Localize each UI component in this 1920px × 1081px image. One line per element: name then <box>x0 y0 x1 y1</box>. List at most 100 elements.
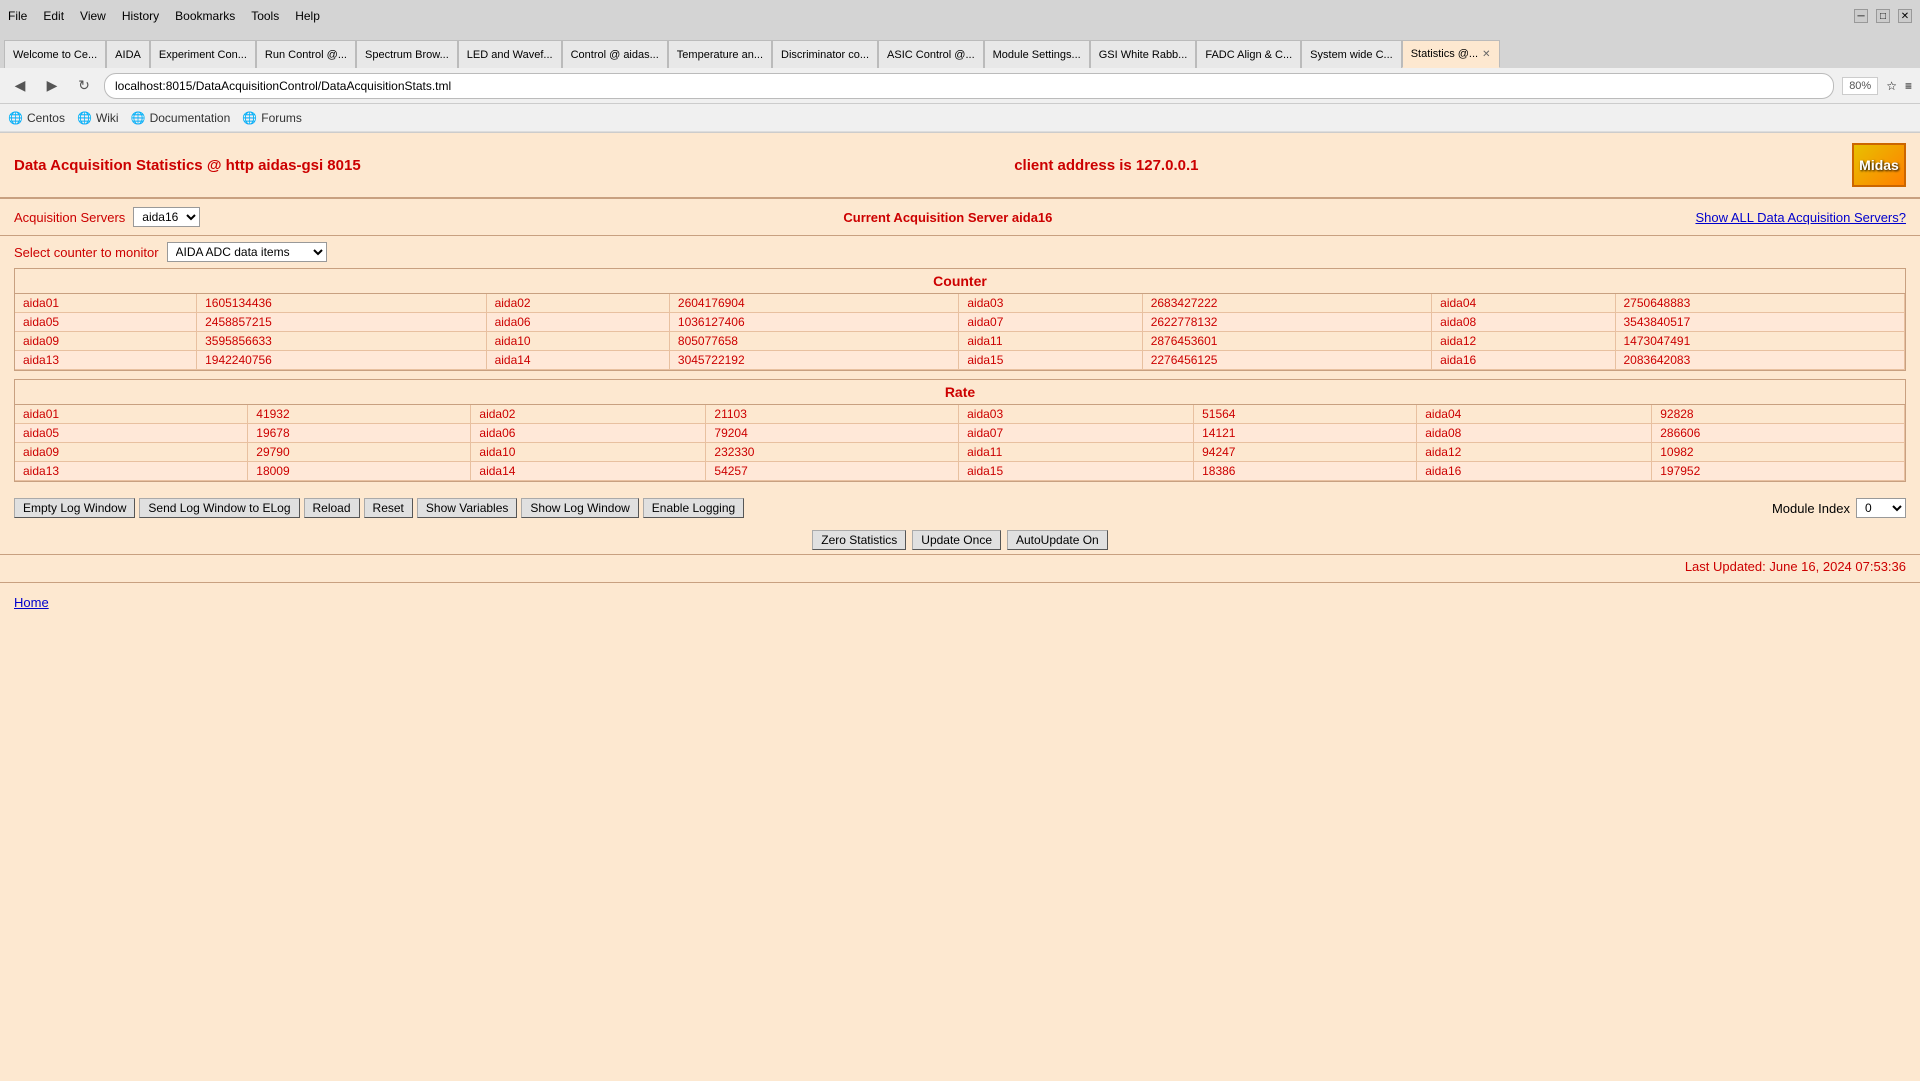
menu-file[interactable]: File <box>8 9 27 23</box>
bookmark-icon: 🌐 <box>8 111 23 125</box>
tab-led[interactable]: LED and Wavef... <box>458 40 562 68</box>
address-input[interactable] <box>104 73 1834 99</box>
counter-value-cell: 1036127406 <box>669 313 958 332</box>
table-row: aida0519678aida0679204aida0714121aida082… <box>15 424 1905 443</box>
rate-value-cell: 41932 <box>248 405 471 424</box>
home-link[interactable]: Home <box>14 595 49 610</box>
server-name-cell: aida05 <box>15 424 248 443</box>
rate-value-cell: 51564 <box>1194 405 1417 424</box>
tab-spectrum[interactable]: Spectrum Brow... <box>356 40 458 68</box>
menu-icon[interactable]: ≡ <box>1905 79 1912 93</box>
tab-discriminator[interactable]: Discriminator co... <box>772 40 878 68</box>
reload-button[interactable]: Reload <box>304 498 360 518</box>
module-index-select[interactable]: 0 <box>1856 498 1906 518</box>
tab-experiment[interactable]: Experiment Con... <box>150 40 256 68</box>
show-variables-button[interactable]: Show Variables <box>417 498 518 518</box>
server-name-cell: aida10 <box>486 332 669 351</box>
menu-history[interactable]: History <box>122 9 159 23</box>
counter-value-cell: 2458857215 <box>197 313 486 332</box>
server-name-cell: aida05 <box>15 313 197 332</box>
server-name-cell: aida03 <box>959 405 1194 424</box>
module-index-label: Module Index <box>1772 501 1850 516</box>
bookmark-documentation[interactable]: 🌐 Documentation <box>131 111 231 125</box>
rate-value-cell: 18386 <box>1194 462 1417 481</box>
server-name-cell: aida01 <box>15 294 197 313</box>
enable-logging-button[interactable]: Enable Logging <box>643 498 744 518</box>
tab-gsi[interactable]: GSI White Rabb... <box>1090 40 1197 68</box>
server-name-cell: aida16 <box>1432 351 1615 370</box>
rate-value-cell: 19678 <box>248 424 471 443</box>
server-name-cell: aida12 <box>1417 443 1652 462</box>
rate-value-cell: 197952 <box>1652 462 1905 481</box>
back-button[interactable]: ◀ <box>8 74 32 98</box>
server-name-cell: aida16 <box>1417 462 1652 481</box>
menu-bookmarks[interactable]: Bookmarks <box>175 9 235 23</box>
menu-view[interactable]: View <box>80 9 106 23</box>
close-button[interactable]: ✕ <box>1898 9 1912 23</box>
counter-value-cell: 1473047491 <box>1615 332 1905 351</box>
minimize-button[interactable]: ─ <box>1854 9 1868 23</box>
tab-systemwide[interactable]: System wide C... <box>1301 40 1402 68</box>
bookmark-icon: 🌐 <box>77 111 92 125</box>
counter-monitor-select[interactable]: AIDA ADC data items <box>167 242 327 262</box>
counter-section: Counter aida011605134436aida022604176904… <box>14 268 1906 371</box>
tab-runcontrol[interactable]: Run Control @... <box>256 40 356 68</box>
rate-value-cell: 92828 <box>1652 405 1905 424</box>
counter-section-header: Counter <box>15 269 1905 294</box>
bookmark-forums[interactable]: 🌐 Forums <box>242 111 302 125</box>
bookmark-wiki[interactable]: 🌐 Wiki <box>77 111 119 125</box>
tab-aida[interactable]: AIDA <box>106 40 150 68</box>
bookmark-centos[interactable]: 🌐 Centos <box>8 111 65 125</box>
tab-temperature[interactable]: Temperature an... <box>668 40 772 68</box>
table-row: aida131942240756aida143045722192aida1522… <box>15 351 1905 370</box>
page-content: Data Acquisition Statistics @ http aidas… <box>0 133 1920 1081</box>
tab-statistics[interactable]: Statistics @... ✕ <box>1402 40 1500 68</box>
page-title: Data Acquisition Statistics @ http aidas… <box>14 157 361 174</box>
server-left: Acquisition Servers aida16 <box>14 207 200 227</box>
table-row: aida1318009aida1454257aida1518386aida161… <box>15 462 1905 481</box>
auto-update-button[interactable]: AutoUpdate On <box>1007 530 1108 550</box>
menu-bar: File Edit View History Bookmarks Tools H… <box>8 9 320 23</box>
counter-value-cell: 2276456125 <box>1142 351 1431 370</box>
counter-value-cell: 2750648883 <box>1615 294 1905 313</box>
server-name-cell: aida03 <box>959 294 1142 313</box>
server-name-cell: aida11 <box>959 443 1194 462</box>
server-bar: Acquisition Servers aida16 Current Acqui… <box>0 199 1920 236</box>
acquisition-servers-label: Acquisition Servers <box>14 210 125 225</box>
show-all-servers-link[interactable]: Show ALL Data Acquisition Servers? <box>1695 210 1906 225</box>
tab-fadc[interactable]: FADC Align & C... <box>1196 40 1301 68</box>
server-name-cell: aida15 <box>959 351 1142 370</box>
tab-asic[interactable]: ASIC Control @... <box>878 40 984 68</box>
server-select[interactable]: aida16 <box>133 207 200 227</box>
server-name-cell: aida08 <box>1417 424 1652 443</box>
tab-control[interactable]: Control @ aidas... <box>562 40 668 68</box>
reset-button[interactable]: Reset <box>364 498 413 518</box>
tab-module[interactable]: Module Settings... <box>984 40 1090 68</box>
rate-value-cell: 286606 <box>1652 424 1905 443</box>
tab-welcome[interactable]: Welcome to Ce... <box>4 40 106 68</box>
zero-statistics-button[interactable]: Zero Statistics <box>812 530 906 550</box>
menu-help[interactable]: Help <box>295 9 320 23</box>
buttons-left: Empty Log Window Send Log Window to ELog… <box>14 498 744 518</box>
show-log-button[interactable]: Show Log Window <box>521 498 638 518</box>
server-name-cell: aida13 <box>15 351 197 370</box>
rate-value-cell: 29790 <box>248 443 471 462</box>
bookmark-icon[interactable]: ☆ <box>1886 79 1897 93</box>
rate-section-header: Rate <box>15 380 1905 405</box>
send-log-button[interactable]: Send Log Window to ELog <box>139 498 299 518</box>
menu-tools[interactable]: Tools <box>251 9 279 23</box>
reload-browser-button[interactable]: ↻ <box>72 74 96 98</box>
page-header: Data Acquisition Statistics @ http aidas… <box>0 133 1920 199</box>
update-once-button[interactable]: Update Once <box>912 530 1001 550</box>
empty-log-button[interactable]: Empty Log Window <box>14 498 135 518</box>
tab-close-icon[interactable]: ✕ <box>1482 49 1490 60</box>
server-name-cell: aida15 <box>959 462 1194 481</box>
menu-edit[interactable]: Edit <box>43 9 64 23</box>
maximize-button[interactable]: □ <box>1876 9 1890 23</box>
window-controls: ─ □ ✕ <box>1854 9 1912 23</box>
action-buttons: Zero Statistics Update Once AutoUpdate O… <box>0 526 1920 554</box>
forward-button[interactable]: ▶ <box>40 74 64 98</box>
server-name-cell: aida01 <box>15 405 248 424</box>
counter-table: aida011605134436aida022604176904aida0326… <box>15 294 1905 370</box>
table-row: aida093595856633aida10805077658aida11287… <box>15 332 1905 351</box>
